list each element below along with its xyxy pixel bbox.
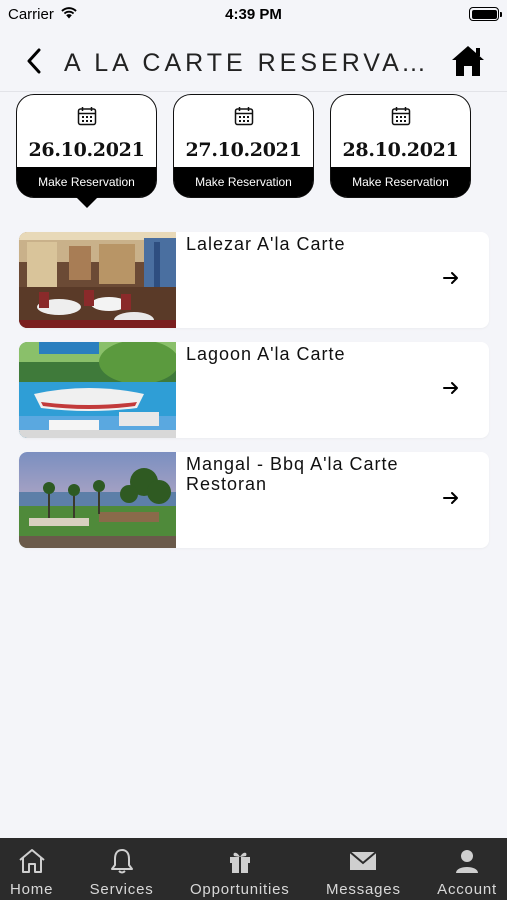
calendar-icon xyxy=(77,106,97,131)
restaurant-image xyxy=(19,452,176,548)
date-selector: 26.10.2021 Make Reservation 27.10.2021 M… xyxy=(16,94,471,198)
tab-opportunities[interactable]: Opportunities xyxy=(190,838,290,900)
status-left: Carrier xyxy=(8,6,78,23)
date-card-2[interactable]: 27.10.2021 Make Reservation xyxy=(173,94,314,198)
tab-home[interactable]: Home xyxy=(10,838,53,900)
restaurant-name: Lalezar A'la Carte xyxy=(186,234,346,254)
restaurant-image xyxy=(19,232,176,328)
restaurant-name: Mangal - Bbq A'la Carte Restoran xyxy=(186,454,399,494)
calendar-icon xyxy=(391,106,411,131)
restaurant-item-mangal[interactable]: Mangal - Bbq A'la Carte Restoran xyxy=(19,452,489,548)
make-reservation-button[interactable]: Make Reservation xyxy=(17,167,156,197)
home-icon xyxy=(450,44,486,83)
make-reservation-button[interactable]: Make Reservation xyxy=(174,167,313,197)
date-card-1[interactable]: 26.10.2021 Make Reservation xyxy=(16,94,157,198)
date-label: 26.10.2021 xyxy=(28,139,145,161)
restaurant-item-lagoon[interactable]: Lagoon A'la Carte xyxy=(19,342,489,438)
tab-label: Account xyxy=(437,881,497,898)
status-bar: Carrier 4:39 PM xyxy=(0,0,507,28)
person-icon xyxy=(454,848,480,879)
header: A LA CARTE RESERVATI... xyxy=(0,36,507,92)
carrier-label: Carrier xyxy=(8,5,54,23)
wifi-icon xyxy=(60,6,78,23)
tab-bar: Home Services Opportunities Messages Acc… xyxy=(0,838,507,900)
tab-label: Messages xyxy=(325,881,401,898)
restaurant-name: Lagoon A'la Carte xyxy=(186,344,346,364)
arrow-right-icon xyxy=(443,380,459,401)
tab-account[interactable]: Account xyxy=(437,838,497,900)
gift-icon xyxy=(227,848,253,879)
back-button[interactable] xyxy=(10,40,58,88)
battery-icon xyxy=(469,7,502,21)
restaurant-item-lalezar[interactable]: Lalezar A'la Carte xyxy=(19,232,489,328)
arrow-right-icon xyxy=(443,270,459,291)
restaurant-image xyxy=(19,342,176,438)
date-label: 28.10.2021 xyxy=(342,139,459,161)
tab-messages[interactable]: Messages xyxy=(326,838,401,900)
tab-services[interactable]: Services xyxy=(90,838,154,900)
make-reservation-button[interactable]: Make Reservation xyxy=(331,167,470,197)
restaurant-list: Lalezar A'la Carte Lagoon A'la Carte Man… xyxy=(19,232,489,562)
page-title: A LA CARTE RESERVATI... xyxy=(64,49,443,77)
tab-label: Home xyxy=(10,881,54,898)
arrow-right-icon xyxy=(443,490,459,511)
date-card-3[interactable]: 28.10.2021 Make Reservation xyxy=(330,94,471,198)
tab-label: Services xyxy=(89,881,154,898)
chevron-left-icon xyxy=(26,48,42,79)
bell-icon xyxy=(109,848,135,879)
home-button[interactable] xyxy=(443,39,493,89)
tab-label: Opportunities xyxy=(189,881,290,898)
home-icon xyxy=(17,848,47,879)
envelope-icon xyxy=(349,848,378,879)
calendar-icon xyxy=(234,106,254,131)
date-label: 27.10.2021 xyxy=(185,139,302,161)
